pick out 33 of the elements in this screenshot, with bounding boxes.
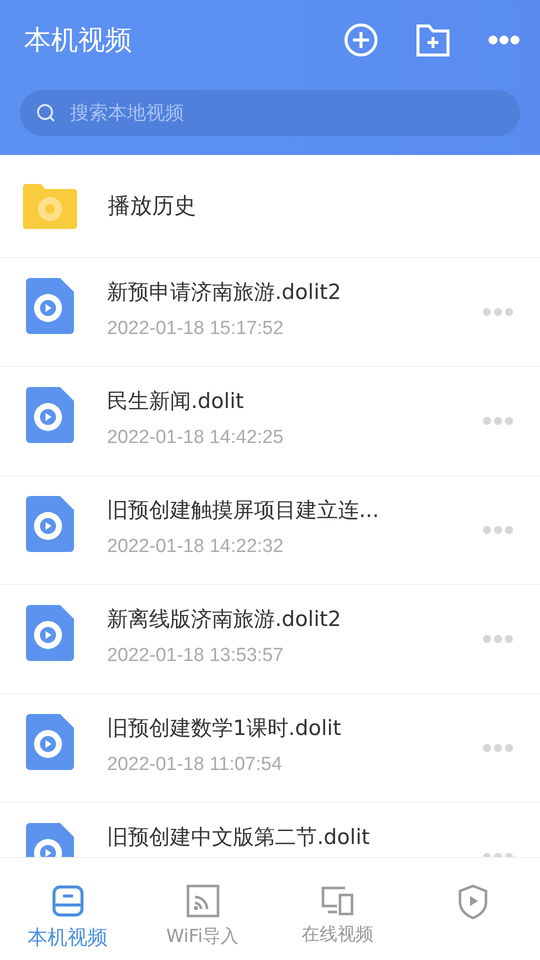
video-file-icon — [26, 387, 74, 443]
video-date: 2022-01-18 13:53:57 — [107, 645, 284, 667]
video-date: 2022-01-18 14:42:25 — [107, 427, 284, 449]
search-icon — [36, 103, 56, 123]
more-icon[interactable] — [483, 417, 513, 425]
video-file-icon — [26, 714, 74, 770]
add-icon[interactable] — [344, 23, 378, 57]
more-icon[interactable] — [483, 744, 513, 752]
video-file-icon — [26, 278, 74, 334]
video-file-icon — [26, 496, 74, 552]
video-file-icon — [26, 605, 74, 661]
video-date: 2022-01-18 15:17:52 — [107, 318, 284, 340]
more-icon[interactable] — [483, 526, 513, 534]
folder-icon — [23, 183, 77, 229]
more-icon[interactable] — [483, 308, 513, 316]
new-folder-icon[interactable] — [416, 23, 450, 57]
video-title[interactable]: 旧预创建数学1课时.dolit — [107, 714, 483, 742]
video-date: 2022-01-18 14:22:32 — [107, 536, 284, 558]
devices-icon — [320, 884, 354, 916]
history-label[interactable]: 播放历史 — [108, 191, 196, 221]
video-title[interactable]: 旧预创建触摸屏项目建立连... — [107, 496, 483, 524]
more-icon[interactable] — [488, 35, 520, 45]
cast-icon — [186, 884, 220, 918]
drive-icon — [50, 884, 84, 918]
video-title[interactable]: 旧预创建中文版第二节.dolit — [107, 823, 483, 851]
shield-play-icon — [456, 884, 488, 920]
page-title: 本机视频 — [23, 24, 133, 58]
video-date: 2022-01-18 11:07:54 — [107, 754, 284, 776]
video-title[interactable]: 新离线版济南旅游.dolit2 — [107, 605, 483, 633]
video-title[interactable]: 民生新闻.dolit — [107, 387, 483, 415]
search-field[interactable]: 搜索本地视频 — [20, 90, 520, 136]
video-title[interactable]: 新预申请济南旅游.dolit2 — [107, 278, 483, 306]
more-icon[interactable] — [483, 635, 513, 643]
